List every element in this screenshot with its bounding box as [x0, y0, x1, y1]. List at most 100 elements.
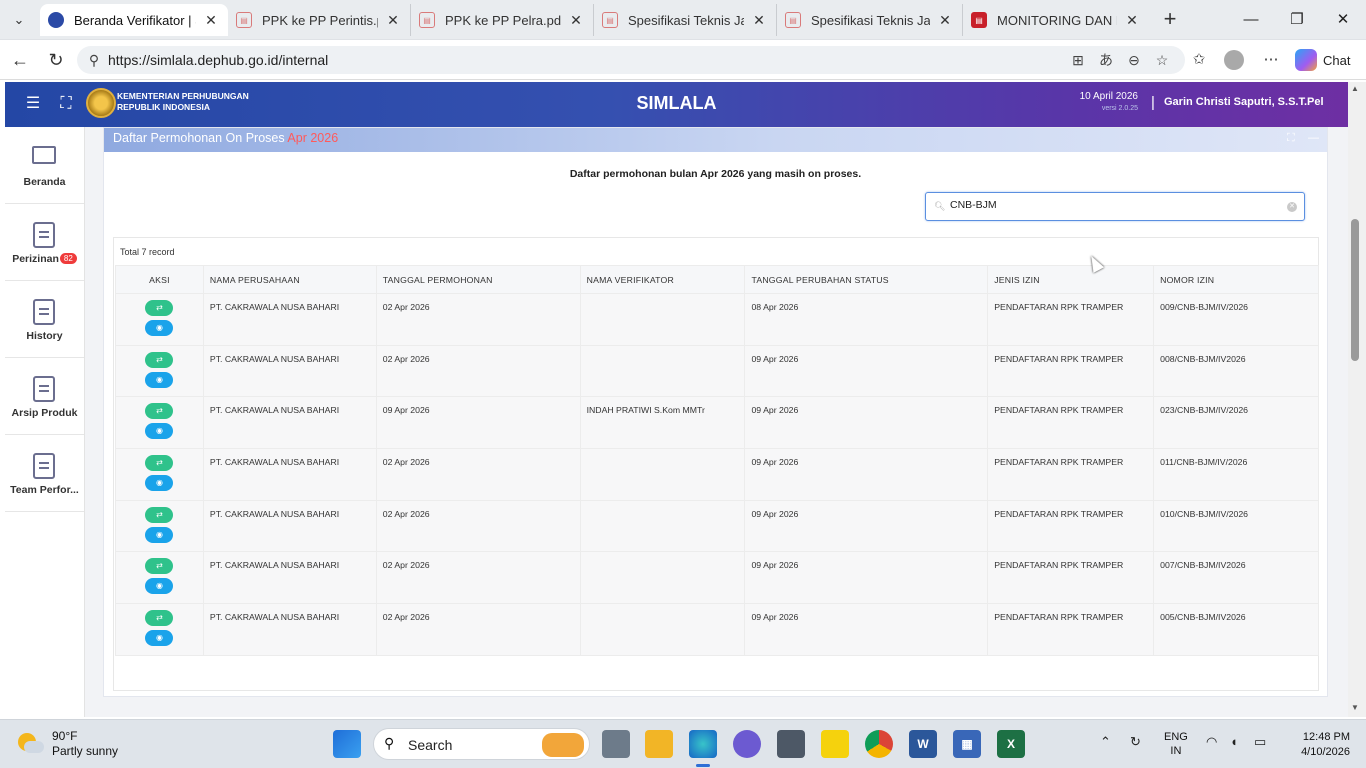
- sidebar-item-beranda[interactable]: Beranda: [5, 127, 84, 204]
- view-eye-icon[interactable]: ◉: [145, 320, 174, 336]
- weather-widget[interactable]: 90°F Partly sunny: [16, 729, 118, 759]
- column-header-nama-verifikator[interactable]: NAMA VERIFIKATOR: [579, 265, 746, 294]
- close-tab-icon[interactable]: ✕: [204, 12, 218, 29]
- expand-panel-icon[interactable]: ⛶: [1287, 132, 1295, 145]
- copilot-chat-button[interactable]: Chat: [1295, 48, 1350, 72]
- battery-icon[interactable]: ▭: [1254, 734, 1266, 750]
- sidebar-item-label: Team Perfor...: [10, 484, 79, 496]
- process-action-icon[interactable]: ⇄: [145, 300, 174, 316]
- cell-nama-verifikator: [579, 551, 746, 605]
- url-text[interactable]: https://simlala.dephub.go.id/internal: [108, 52, 328, 68]
- app-available-icon[interactable]: ⊞: [1068, 50, 1088, 70]
- tab-monitoring[interactable]: ▤ MONITORING DAN EVA ✕: [963, 4, 1149, 36]
- view-eye-icon[interactable]: ◉: [145, 423, 174, 440]
- view-eye-icon[interactable]: ◉: [145, 475, 174, 492]
- clear-search-icon[interactable]: ✕: [1287, 202, 1297, 212]
- close-window-icon[interactable]: ✕: [1331, 8, 1355, 32]
- zoom-out-icon[interactable]: ⊖: [1124, 50, 1144, 70]
- profile-avatar[interactable]: [1224, 50, 1244, 70]
- table-row: ⇄ ◉ PT. CAKRAWALA NUSA BAHARI 02 Apr 2026 08…: [115, 293, 1319, 346]
- close-tab-icon[interactable]: ✕: [752, 12, 766, 29]
- page-scrollbar[interactable]: ▲ ▼: [1348, 82, 1366, 717]
- sidebar-item-arsip-produk[interactable]: Arsip Produk: [5, 358, 84, 435]
- favorite-star-icon[interactable]: ☆: [1152, 50, 1172, 70]
- tab-beranda-verifikator[interactable]: Beranda Verifikator | Sim ✕: [40, 4, 228, 36]
- scroll-down-icon[interactable]: ▼: [1351, 703, 1359, 712]
- cell-tanggal-permohonan: 02 Apr 2026: [375, 603, 581, 656]
- scroll-up-icon[interactable]: ▲: [1351, 84, 1359, 93]
- process-action-icon[interactable]: ⇄: [145, 403, 174, 420]
- show-hidden-icons-icon[interactable]: ⌃: [1100, 734, 1111, 750]
- close-tab-icon[interactable]: ✕: [1125, 12, 1139, 29]
- refresh-icon[interactable]: ↻: [44, 48, 68, 72]
- camera-icon[interactable]: [777, 730, 805, 758]
- start-windows-icon[interactable]: [333, 730, 361, 758]
- column-header-nomor-izin[interactable]: NOMOR IZIN: [1153, 265, 1319, 294]
- user-name[interactable]: Garin Christi Saputri, S.S.T.Pel: [1164, 96, 1324, 108]
- column-header-tanggal-perubahan-status[interactable]: TANGGAL PERUBAHAN STATUS: [744, 265, 989, 294]
- restore-icon[interactable]: ❐: [1285, 8, 1309, 32]
- sync-icon[interactable]: ↻: [1130, 734, 1141, 750]
- view-eye-icon[interactable]: ◉: [145, 578, 174, 595]
- new-tab-plus-icon[interactable]: +: [1158, 6, 1182, 34]
- ministry-favicon-icon: [48, 12, 64, 28]
- sidebar-item-history[interactable]: History: [5, 281, 84, 358]
- url-field[interactable]: ⚲ https://simlala.dephub.go.id/internal …: [77, 46, 1185, 74]
- back-arrow-icon[interactable]: ←: [8, 48, 32, 72]
- collapse-panel-icon[interactable]: —: [1308, 132, 1319, 144]
- monitor-icon: [32, 146, 56, 164]
- sidebar-item-perizinan[interactable]: Perizinan 82: [5, 204, 84, 281]
- scroll-thumb[interactable]: [1351, 219, 1359, 361]
- header-date: 10 April 2026: [1079, 91, 1138, 102]
- column-header-jenis-izin[interactable]: JENIS IZIN: [987, 265, 1155, 294]
- tab-label: PPK ke PP Pelra.pdf: [445, 12, 561, 28]
- process-action-icon[interactable]: ⇄: [145, 558, 174, 575]
- speaker-icon[interactable]: ◖: [1230, 734, 1238, 749]
- process-action-icon[interactable]: ⇄: [145, 351, 174, 368]
- process-action-icon[interactable]: ⇄: [145, 610, 174, 627]
- sticky-notes-icon[interactable]: [821, 730, 849, 758]
- cell-nomor-izin: 010/CNB-BJM/IV/2026: [1153, 499, 1319, 553]
- language-indicator[interactable]: ENG IN: [1164, 730, 1188, 758]
- process-action-icon[interactable]: ⇄: [145, 455, 174, 472]
- task-view-icon[interactable]: [602, 730, 630, 758]
- close-tab-icon[interactable]: ✕: [569, 12, 583, 29]
- view-eye-icon[interactable]: ◉: [145, 630, 174, 647]
- tab-spesifikasi-1[interactable]: ▤ Spesifikasi Teknis Jasa La ✕: [594, 4, 777, 36]
- wifi-icon[interactable]: ◠: [1206, 734, 1217, 750]
- file-explorer-icon[interactable]: [645, 730, 673, 758]
- site-info-icon[interactable]: ⚲: [84, 50, 104, 70]
- column-header-tanggal-permohonan[interactable]: TANGGAL PERMOHONAN: [375, 265, 581, 294]
- cell-nomor-izin: 007/CNB-BJM/IV2026: [1153, 551, 1319, 605]
- tab-ppk-perintis[interactable]: ▤ PPK ke PP Perintis.pdf ✕: [228, 4, 411, 36]
- edge-browser-icon[interactable]: [689, 730, 717, 758]
- search-input[interactable]: [950, 199, 1280, 211]
- table-header-row: AKSI NAMA PERUSAHAAN TANGGAL PERMOHONAN …: [115, 265, 1319, 294]
- tab-label: Spesifikasi Teknis Jasa La: [811, 12, 930, 28]
- view-eye-icon[interactable]: ◉: [145, 526, 174, 543]
- favorites-icon[interactable]: ✩: [1188, 49, 1210, 71]
- more-menu-icon[interactable]: ⋯: [1260, 49, 1282, 71]
- app-icon[interactable]: [733, 730, 761, 758]
- search-box: 🔍︎ ✕: [925, 192, 1305, 221]
- tab-actions-chevron-icon[interactable]: ⌄: [8, 9, 30, 31]
- calculator-icon[interactable]: ▦: [953, 730, 981, 758]
- column-header-nama-perusahaan[interactable]: NAMA PERUSAHAAN: [202, 265, 377, 294]
- cell-tanggal-perubahan-status: 08 Apr 2026: [744, 293, 989, 346]
- tab-spesifikasi-2[interactable]: ▤ Spesifikasi Teknis Jasa La ✕: [777, 4, 963, 36]
- system-clock[interactable]: 12:48 PM 4/10/2026: [1294, 730, 1350, 760]
- close-tab-icon[interactable]: ✕: [386, 12, 400, 29]
- taskbar-search[interactable]: ⚲ Search: [373, 728, 590, 760]
- word-icon[interactable]: W: [909, 730, 937, 758]
- sidebar-item-team-performance[interactable]: Team Perfor...: [5, 435, 84, 512]
- cell-jenis-izin: PENDAFTARAN RPK TRAMPER: [987, 396, 1155, 450]
- view-eye-icon[interactable]: ◉: [145, 371, 174, 388]
- panel-month: Apr 2026: [287, 131, 339, 145]
- excel-icon[interactable]: X: [997, 730, 1025, 758]
- minimize-icon[interactable]: —: [1239, 8, 1263, 32]
- chrome-icon[interactable]: [865, 730, 893, 758]
- process-action-icon[interactable]: ⇄: [145, 506, 174, 523]
- translate-icon[interactable]: あ: [1096, 50, 1116, 70]
- close-tab-icon[interactable]: ✕: [938, 12, 952, 29]
- tab-ppk-pelra[interactable]: ▤ PPK ke PP Pelra.pdf ✕: [411, 4, 594, 36]
